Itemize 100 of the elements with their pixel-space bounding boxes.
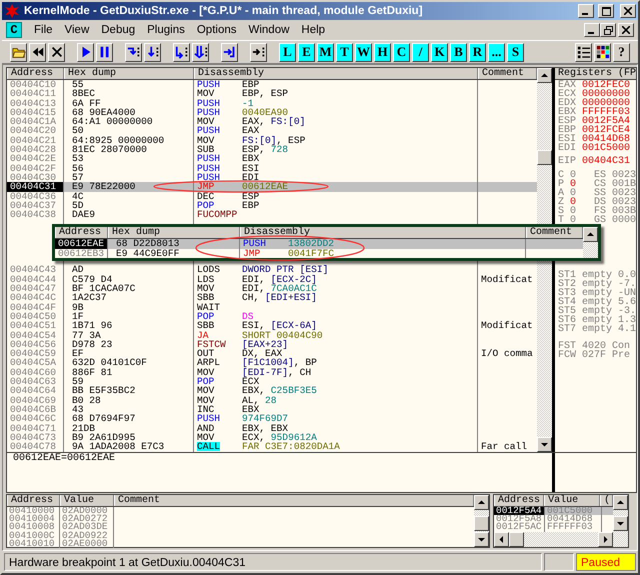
menu-item[interactable]: Window <box>242 24 296 36</box>
code-row[interactable]: 00404C28 81EC 28070000 SUB ESP, 728 <box>7 145 537 154</box>
column-header[interactable]: Address <box>55 227 108 238</box>
code-row[interactable]: 00404C6B 43 INC EBX <box>7 404 537 414</box>
code-row[interactable]: 00404C44 C579 D4 LDS EDI, [ECX-2C] Modificat <box>7 274 537 284</box>
code-row[interactable]: 00404C31 E9 78E22000 JMP 00612EAE <box>7 182 537 192</box>
toolbar-button[interactable] <box>575 42 592 62</box>
toolbar-button[interactable]: T <box>336 42 353 62</box>
scrollbar[interactable] <box>583 227 598 258</box>
code-row[interactable]: 00612EAE 68 D22D8013 PUSH 13802DD2 <box>55 239 583 249</box>
toolbar-button[interactable] <box>221 42 238 62</box>
toolbar-button[interactable] <box>10 42 27 62</box>
horizontal-scrollbar[interactable] <box>494 532 613 547</box>
code-row[interactable]: 00612EB3 E9 44C9E0FF JMP 0041F7FC <box>55 248 583 258</box>
maximize-button[interactable] <box>598 4 614 18</box>
column-header[interactable]: Value <box>60 495 114 506</box>
column-header[interactable]: Disassembly <box>194 68 478 79</box>
close-button[interactable] <box>618 23 634 37</box>
restore-button[interactable] <box>600 23 616 37</box>
scroll-up-button[interactable] <box>537 68 552 83</box>
code-row[interactable]: 00404C10 55 PUSH EBP <box>7 80 537 90</box>
scrollbar[interactable] <box>613 495 628 547</box>
toolbar-button[interactable]: ... <box>488 42 505 62</box>
code-row[interactable]: 00404C50 1F POP DS <box>7 312 537 322</box>
toolbar-button[interactable]: S <box>507 42 524 62</box>
column-header[interactable]: Hex dump <box>64 68 194 79</box>
toolbar-button[interactable]: L <box>279 42 296 62</box>
code-row[interactable]: 00404C4C 1A2C37 SBB CH, [EDI+ESI] <box>7 293 537 303</box>
code-row[interactable]: 00404C51 1B71 96 SBB ESI, [ECX-6A] Modificat <box>7 321 537 331</box>
menu-item[interactable]: Debug <box>95 24 142 36</box>
toolbar-button[interactable] <box>192 42 209 62</box>
code-row[interactable]: 00404C71 21DB AND EBX, EBX <box>7 424 537 433</box>
scroll-down-button[interactable] <box>613 516 628 531</box>
code-row[interactable]: 00404C11 8BEC MOV EBP, ESP <box>7 89 537 99</box>
toolbar-button[interactable]: / <box>412 42 429 62</box>
column-header[interactable]: Value <box>544 495 600 506</box>
scroll-thumb[interactable] <box>509 532 524 547</box>
code-row[interactable]: 00404C56 D978 23 FSTCW [EAX+23] <box>7 340 537 350</box>
code-row[interactable]: 00404C36 4C DEC ESP <box>7 192 537 201</box>
scroll-up-button[interactable] <box>613 495 628 510</box>
menu-item[interactable]: Options <box>190 24 242 36</box>
menu-item[interactable]: File <box>28 24 59 36</box>
column-header[interactable]: Address <box>7 495 60 506</box>
toolbar-button[interactable]: H <box>374 42 391 62</box>
toolbar-button[interactable] <box>594 42 611 62</box>
toolbar-button[interactable] <box>48 42 65 62</box>
code-row[interactable]: 00404C1A 64:A1 00000000 MOV EAX, FS:[0] <box>7 117 537 126</box>
code-row[interactable]: 00404C38 DAE9 FUCOMPP <box>7 210 537 220</box>
toolbar-button[interactable]: W <box>355 42 372 62</box>
column-header[interactable]: Hex dump <box>108 227 240 238</box>
code-row[interactable]: 00404C2F 56 PUSH ESI <box>7 164 537 173</box>
minimize-button[interactable] <box>578 4 594 18</box>
scroll-up-button[interactable] <box>583 227 598 242</box>
toolbar-button[interactable]: C <box>393 42 410 62</box>
column-header[interactable]: Disassembly <box>240 227 526 238</box>
code-row[interactable]: 00404C20 50 PUSH EAX <box>7 126 537 136</box>
toolbar-button[interactable]: R <box>469 42 486 62</box>
code-row[interactable]: 00404C13 6A FF PUSH -1 <box>7 98 537 108</box>
toolbar-button[interactable] <box>250 42 267 62</box>
toolbar-button[interactable] <box>29 42 46 62</box>
toolbar-button[interactable]: B <box>450 42 467 62</box>
toolbar-button[interactable] <box>173 42 190 62</box>
code-row[interactable]: 00404C63 59 POP ECX <box>7 377 537 386</box>
code-row[interactable]: 00404C4F 9B WAIT <box>7 302 537 312</box>
scroll-down-button[interactable] <box>537 437 552 452</box>
toolbar-button[interactable]: M <box>317 42 334 62</box>
code-row[interactable]: 00404C60 886F 81 MOV [EDI-7F], CH <box>7 368 537 378</box>
code-row[interactable]: 00404C78 9A 1ADA2008 E7C3 CALL FAR C3E7:0820DA1A Far call <box>7 442 537 452</box>
scrollbar[interactable] <box>474 495 489 547</box>
minimize-button[interactable] <box>584 23 600 37</box>
code-row[interactable]: 00404C21 64:8925 00000000 MOV FS:[0], ESP <box>7 136 537 146</box>
help-button[interactable]: ? <box>613 42 630 62</box>
column-header[interactable]: Address <box>494 495 544 506</box>
stack-row[interactable]: 0012F5A8 00414D68 <box>494 515 613 524</box>
code-row[interactable]: 00404C54 77 3A JA SHORT 00404C90 <box>7 330 537 340</box>
toolbar-button[interactable]: K <box>431 42 448 62</box>
scroll-left-button[interactable] <box>494 532 509 547</box>
code-row[interactable]: 00404C6C 68 D7694F97 PUSH 974F69D7 <box>7 414 537 424</box>
code-row[interactable]: 00404C37 5D POP EBP <box>7 200 537 210</box>
toolbar-button[interactable] <box>125 42 142 62</box>
toolbar-button[interactable] <box>144 42 161 62</box>
menu-item[interactable]: Plugins <box>141 24 191 36</box>
scroll-right-button[interactable] <box>598 532 613 547</box>
toolbar-button[interactable]: E <box>298 42 315 62</box>
scroll-thumb[interactable] <box>537 150 552 165</box>
scroll-thumb[interactable] <box>474 516 489 531</box>
scroll-up-button[interactable] <box>474 495 489 510</box>
scroll-down-button[interactable] <box>474 532 489 547</box>
code-row[interactable]: 00404C5A 632D 04101C0F ARPL [F1C1004], BP <box>7 358 537 368</box>
menu-item[interactable]: Help <box>295 24 332 36</box>
code-row[interactable]: 00404C69 B0 28 MOV AL, 28 <box>7 396 537 405</box>
code-row[interactable]: 00404C59 EF OUT DX, EAX I/O comma <box>7 349 537 358</box>
toolbar-button[interactable] <box>96 42 113 62</box>
code-row[interactable]: 00404C47 BF 1CACA07C MOV EDI, 7CA0AC1C <box>7 284 537 294</box>
code-row[interactable]: 00404C2E 53 PUSH EBX <box>7 154 537 164</box>
code-row[interactable]: 00404C43 AD LODS DWORD PTR [ESI] <box>7 265 537 275</box>
code-row[interactable]: 00404C64 BB E5F35BC2 MOV EBX, C25BF3E5 <box>7 386 537 396</box>
toolbar-button[interactable] <box>77 42 94 62</box>
column-header[interactable]: Address <box>7 68 64 79</box>
menu-item[interactable]: View <box>58 24 96 36</box>
